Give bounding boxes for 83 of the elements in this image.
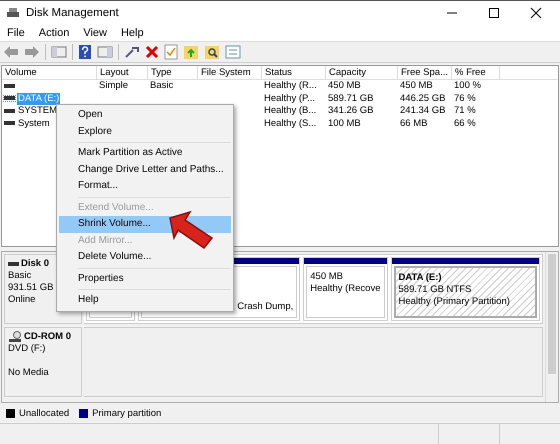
drive-icon <box>4 121 15 126</box>
delete-icon[interactable] <box>145 45 159 59</box>
back-arrow-icon[interactable] <box>3 45 19 59</box>
menu-item[interactable]: Action <box>38 27 70 39</box>
table-cell: Healthy (B... <box>264 105 316 118</box>
column-header[interactable]: % Free <box>452 66 500 79</box>
menu-item[interactable]: Format... <box>59 178 231 194</box>
column-header[interactable]: Capacity <box>326 66 398 79</box>
table-cell: 66 % <box>454 118 476 130</box>
disk-info: Online <box>8 294 36 306</box>
console-tree-icon[interactable] <box>51 45 67 59</box>
menu-item[interactable]: Open <box>59 107 231 124</box>
disk-drive-icon <box>6 7 20 19</box>
partition-title: DATA (E:) <box>398 272 443 284</box>
partition-info: 589.71 GB NTFS <box>398 284 472 296</box>
table-cell: 241.34 GB <box>400 105 446 118</box>
cd-drive-icon <box>8 331 22 343</box>
disk-info: Basic <box>8 270 32 282</box>
disk-name: CD-ROM 0 <box>24 331 71 343</box>
column-header[interactable]: Free Spa... <box>398 66 452 79</box>
column-header[interactable]: Volume <box>2 66 97 79</box>
disk-info: DVD (F:) <box>8 343 46 355</box>
partition-info: 450 MB <box>310 271 344 283</box>
forward-arrow-icon[interactable] <box>24 45 40 59</box>
volume-item[interactable] <box>4 84 16 89</box>
menu-item[interactable]: File <box>7 27 25 39</box>
menu-item[interactable]: Properties <box>59 270 231 287</box>
search-icon[interactable] <box>204 44 220 60</box>
menu-item[interactable]: View <box>83 27 107 39</box>
table-cell: 450 MB <box>328 80 361 92</box>
volume-name: DATA (E:) <box>17 92 60 105</box>
menu-item[interactable]: Mark Partition as Active <box>59 145 231 162</box>
menu-item[interactable]: Change Drive Letter and Paths... <box>59 162 231 178</box>
menu-item[interactable]: Help <box>120 27 144 39</box>
disk-name: Disk 0 <box>21 258 49 270</box>
partition-info: Crash Dump, <box>236 301 294 313</box>
table-cell: 66 MB <box>400 118 428 130</box>
table-cell: 446.25 GB <box>400 92 446 105</box>
drive-icon <box>4 108 15 114</box>
pointer-arrow-icon <box>168 210 214 250</box>
column-header[interactable]: Type <box>148 66 198 79</box>
volume-name: SYSTEM <box>17 105 58 118</box>
folder-up-icon[interactable] <box>183 44 199 60</box>
scrollbar[interactable] <box>545 252 558 402</box>
window-title: Disk Management <box>26 7 120 19</box>
partition-info: Healthy (Primary Partition) <box>398 296 511 308</box>
panel-icon[interactable] <box>97 45 113 59</box>
table-cell: Basic <box>150 80 174 92</box>
partition-block[interactable]: DATA (E:) 589.71 GB NTFS Healthy (Primary Partition) <box>390 257 540 321</box>
disk-info: No Media <box>8 367 50 379</box>
table-cell: 341.26 GB <box>328 105 374 118</box>
menu-item[interactable]: Help <box>59 292 231 308</box>
maximize-icon[interactable] <box>488 7 500 19</box>
legend-label: Primary partition <box>92 408 162 418</box>
menu-item[interactable]: Delete Volume... <box>59 249 231 266</box>
column-header[interactable]: File System <box>198 66 262 79</box>
disk-info: 931.51 GB <box>8 282 54 294</box>
legend-label: Unallocated <box>19 408 70 418</box>
column-header[interactable]: Status <box>262 66 326 79</box>
table-cell: 71 % <box>454 105 476 118</box>
table-cell: Simple <box>99 80 128 92</box>
partition-info: Healthy (Recove <box>310 283 380 295</box>
table-cell: 76 % <box>454 92 476 105</box>
table-cell: 450 MB <box>400 80 433 92</box>
menu-item[interactable]: Explore <box>59 124 231 140</box>
help-icon[interactable] <box>78 44 92 60</box>
list-icon[interactable] <box>225 45 241 59</box>
connect-icon[interactable] <box>124 45 140 59</box>
table-cell: 100 % <box>454 80 481 92</box>
volume-item[interactable]: SYSTEM <box>4 105 60 118</box>
table-cell: Healthy (R... <box>264 80 317 92</box>
volume-name: System <box>17 118 51 130</box>
table-cell: 100 MB <box>328 118 361 130</box>
drive-icon <box>4 84 15 89</box>
table-cell: Healthy (S... <box>264 118 316 130</box>
partition-block[interactable]: 450 MB Healthy (Recove <box>303 257 388 321</box>
close-icon[interactable] <box>530 7 542 19</box>
drive-icon <box>4 96 15 102</box>
table-cell: Healthy (P... <box>264 92 316 105</box>
checklist-icon[interactable] <box>164 44 178 60</box>
table-cell: 589.71 GB <box>328 92 374 105</box>
column-header[interactable]: Layout <box>97 66 148 79</box>
volume-item[interactable]: System <box>4 118 52 130</box>
